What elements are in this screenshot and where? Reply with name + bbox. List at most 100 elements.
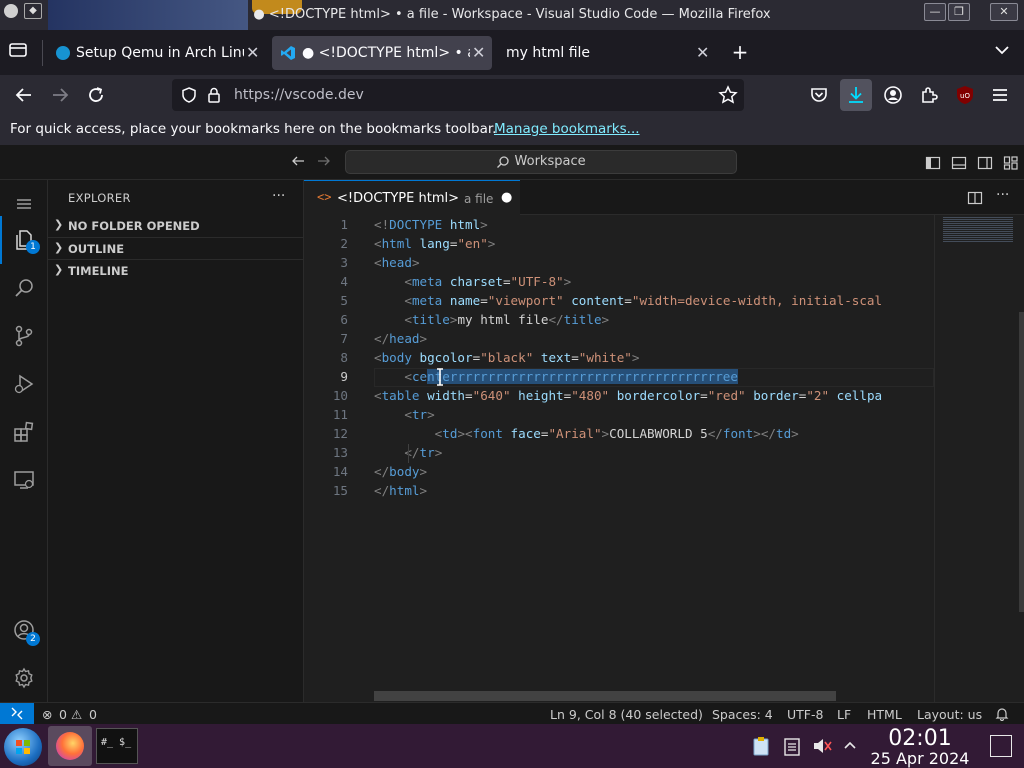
remote-explorer-icon[interactable] (0, 456, 48, 504)
source-control-icon[interactable] (0, 312, 48, 360)
warnings-count[interactable]: 0 (89, 707, 97, 722)
code-line[interactable]: <head> (374, 255, 420, 270)
code-line[interactable]: <meta charset="UTF-8"> (374, 274, 571, 289)
code-token: = (502, 274, 511, 289)
manage-bookmarks-link[interactable]: Manage bookmarks... (494, 121, 640, 137)
notes-tray-icon[interactable] (783, 736, 801, 756)
accounts-icon[interactable]: 2 (0, 606, 48, 654)
code-line[interactable]: <meta name="viewport" content="width=dev… (374, 293, 882, 308)
app-menu-icon[interactable] (988, 83, 1012, 107)
code-token: meta (411, 293, 443, 308)
account-icon[interactable] (881, 83, 905, 107)
horizontal-scrollbar[interactable] (374, 691, 836, 701)
close-tab-icon[interactable]: ✕ (472, 43, 485, 62)
errors-count[interactable]: 0 (59, 707, 67, 722)
code-editor[interactable]: 1 2 3 4 5 6 7 8 9 10 11 12 13 14 15 <!DOCTYPE html> <ht… (304, 215, 934, 702)
close-tab-icon[interactable]: ✕ (246, 43, 259, 62)
cursor-position[interactable]: Ln 9, Col 8 (40 selected) (550, 707, 703, 722)
minimap-scrollbar[interactable] (1019, 312, 1024, 612)
code-line[interactable]: <title>my html file</title> (374, 312, 609, 327)
warnings-icon[interactable]: ⚠ (71, 707, 82, 722)
code-token: html (442, 217, 481, 232)
more-actions-button[interactable]: ··· (272, 188, 285, 204)
command-center-search[interactable]: Workspace (345, 150, 737, 174)
extensions-icon[interactable] (0, 408, 48, 456)
code-token: = (571, 350, 579, 365)
list-all-tabs-button[interactable] (992, 40, 1016, 64)
show-hidden-icons-icon[interactable] (842, 738, 858, 752)
explorer-icon[interactable]: 1 (0, 216, 48, 264)
run-and-debug-icon[interactable] (0, 360, 48, 408)
start-menu-button[interactable] (4, 728, 42, 766)
close-tab-icon[interactable]: ✕ (696, 43, 709, 62)
errors-icon[interactable]: ⊗ (42, 707, 52, 722)
toggle-panel-icon[interactable] (951, 155, 967, 171)
close-window-button[interactable]: ✕ (990, 3, 1018, 21)
toggle-primary-sidebar-icon[interactable] (925, 155, 941, 171)
code-line[interactable]: <html lang="en"> (374, 236, 495, 251)
code-line[interactable]: <td><font face="Arial">COLLABWORLD 5</fo… (374, 426, 799, 441)
section-timeline[interactable]: ❯ TIMELINE (48, 259, 303, 281)
go-forward-icon[interactable] (316, 153, 332, 169)
pocket-icon[interactable] (807, 83, 831, 107)
search-icon (496, 155, 510, 169)
unsaved-dot-icon[interactable]: ● (501, 190, 512, 205)
reload-button[interactable] (84, 83, 108, 107)
split-editor-icon[interactable] (967, 190, 983, 206)
manage-gear-icon[interactable] (0, 654, 48, 702)
code-token: < (374, 350, 382, 365)
downloads-button[interactable] (840, 79, 872, 111)
code-token: ce (411, 369, 428, 384)
terminal-taskbar-button[interactable]: #_ $_ (96, 728, 138, 764)
code-token: table (381, 388, 420, 403)
new-tab-button[interactable]: + (728, 40, 752, 64)
forward-button[interactable] (48, 83, 72, 107)
more-actions-icon[interactable]: ··· (996, 187, 1009, 203)
window-title: ● <!DOCTYPE html> • a file - Workspace -… (253, 7, 771, 22)
end-of-line[interactable]: LF (837, 707, 851, 722)
url-bar[interactable]: https://vscode.dev (172, 79, 744, 111)
go-back-icon[interactable] (290, 153, 306, 169)
bookmark-star-icon[interactable] (718, 85, 738, 105)
language-mode[interactable]: HTML (867, 707, 902, 722)
keyboard-layout[interactable]: Layout: us (917, 707, 982, 722)
tab-vscode[interactable]: ● <!DOCTYPE html> • a ✕ (272, 36, 492, 70)
notifications-bell-icon[interactable] (995, 707, 1009, 721)
back-button[interactable] (12, 83, 36, 107)
tab-setup-qemu[interactable]: Setup Qemu in Arch Linu ✕ (48, 36, 266, 70)
volume-muted-icon[interactable] (812, 737, 832, 755)
code-line[interactable]: </body> (374, 464, 427, 479)
remote-indicator[interactable] (0, 703, 34, 724)
ublock-origin-icon[interactable]: uO (953, 83, 977, 107)
clock[interactable]: 02:01 25 Apr 2024 (858, 726, 982, 768)
firefox-taskbar-button[interactable] (48, 726, 92, 766)
tab-my-html-file[interactable]: my html file ✕ (498, 36, 716, 70)
customize-layout-icon[interactable] (1003, 155, 1019, 171)
code-line[interactable]: <tr> (374, 407, 434, 422)
show-desktop-button[interactable] (990, 735, 1012, 757)
indentation[interactable]: Spaces: 4 (712, 707, 773, 722)
extensions-icon[interactable] (917, 83, 941, 107)
clipboard-tray-icon[interactable] (752, 736, 770, 756)
url-text[interactable]: https://vscode.dev (234, 87, 364, 103)
minimize-button[interactable]: — (924, 3, 946, 21)
section-no-folder-opened[interactable]: ❯ NO FOLDER OPENED (48, 215, 303, 237)
code-line[interactable]: <centerrrrrrrrrrrrrrrrrrrrrrrrrrrrrrrrrr… (374, 369, 738, 384)
code-line[interactable]: </head> (374, 331, 427, 346)
shield-icon[interactable] (180, 86, 198, 104)
code-line[interactable]: <!DOCTYPE html> (374, 217, 488, 232)
code-token: title (563, 312, 602, 327)
code-line[interactable]: <body bgcolor="black" text="white"> (374, 350, 639, 365)
encoding[interactable]: UTF-8 (787, 707, 823, 722)
section-outline[interactable]: ❯ OUTLINE (48, 237, 303, 259)
maximize-button[interactable]: ❐ (948, 3, 970, 21)
lock-icon[interactable] (206, 86, 222, 104)
code-line[interactable]: <table width="640" height="480" borderco… (374, 388, 882, 403)
search-label: Workspace (514, 154, 586, 169)
code-line[interactable]: </html> (374, 483, 427, 498)
editor-tab-active[interactable]: <> <!DOCTYPE html> a file ● (304, 180, 520, 215)
search-icon[interactable] (0, 264, 48, 312)
minimap[interactable] (934, 215, 1024, 702)
firefox-view-icon[interactable] (8, 40, 32, 64)
toggle-secondary-sidebar-icon[interactable] (977, 155, 993, 171)
